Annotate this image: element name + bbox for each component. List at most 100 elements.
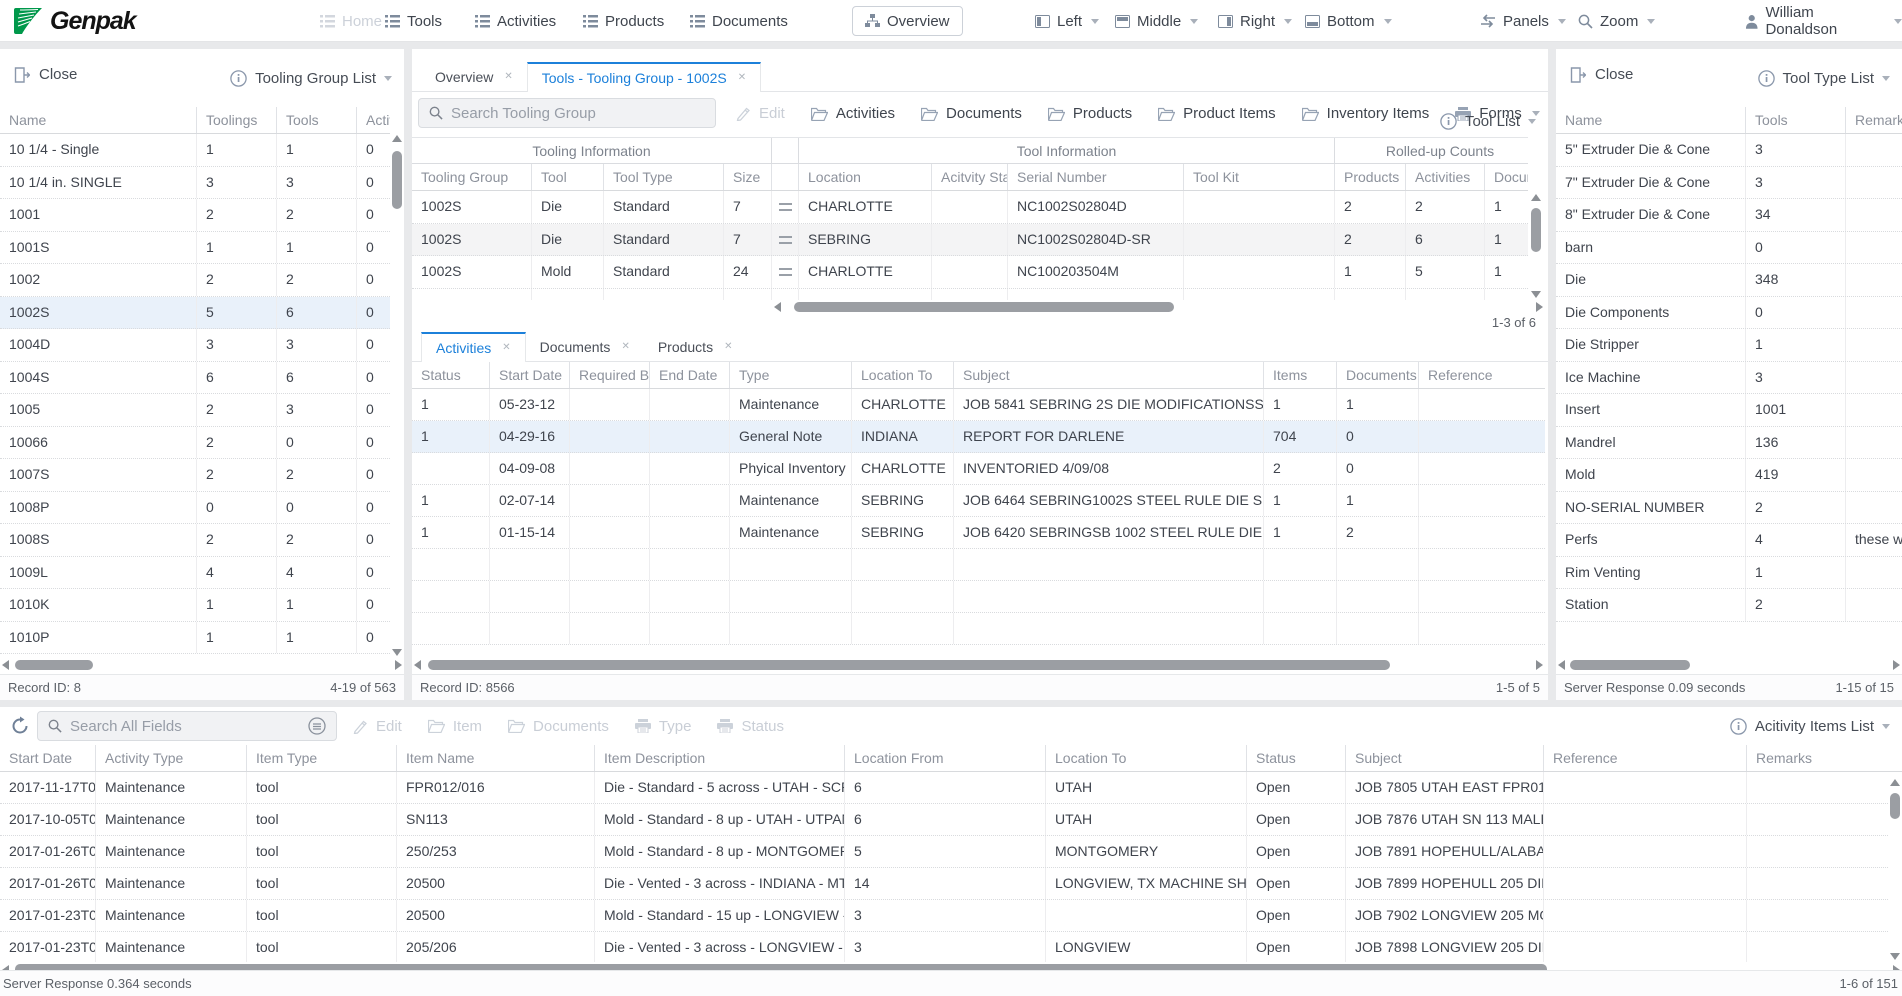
- column-header[interactable]: Activity Type: [96, 745, 247, 771]
- refresh-button[interactable]: [10, 716, 30, 736]
- table-row[interactable]: 1004D330: [0, 329, 390, 362]
- nav-documents[interactable]: Documents: [690, 0, 788, 42]
- column-header[interactable]: Acitvity Status: [932, 164, 1008, 190]
- column-header[interactable]: Start Date: [0, 745, 96, 771]
- column-header[interactable]: Name: [0, 107, 197, 133]
- scrollbar-thumb[interactable]: [1531, 208, 1541, 252]
- tab-products[interactable]: Products✕: [644, 332, 747, 362]
- edit-button[interactable]: Edit: [352, 718, 402, 735]
- scrollbar-thumb[interactable]: [794, 302, 1174, 312]
- panels-menu[interactable]: Panels: [1480, 0, 1566, 42]
- activity-items-list-dropdown[interactable]: Acitivity Items List: [1730, 714, 1890, 738]
- column-header[interactable]: Remarks: [1846, 107, 1902, 133]
- left-vertical-scrollbar[interactable]: [390, 133, 404, 658]
- table-row[interactable]: 1002220: [0, 264, 390, 297]
- scroll-right-icon[interactable]: [1893, 660, 1900, 670]
- table-row[interactable]: 5" Extruder Die & Cone3: [1556, 134, 1902, 167]
- table-row[interactable]: barn0: [1556, 232, 1902, 265]
- tab-tools-tooling-group[interactable]: Tools - Tooling Group - 1002S✕: [527, 62, 761, 92]
- column-header[interactable]: Status: [1247, 745, 1346, 771]
- scroll-down-icon[interactable]: [1531, 291, 1541, 298]
- table-row[interactable]: 1004S660: [0, 362, 390, 395]
- table-row[interactable]: 1002S560: [0, 297, 390, 330]
- table-row[interactable]: 1002SMoldStandard24CHARLOTTENC100203504M…: [412, 256, 1528, 289]
- tab-overview[interactable]: Overview✕: [421, 62, 527, 92]
- table-row[interactable]: 2017-01-26T0...Maintenancetool250/253Mol…: [0, 836, 1902, 868]
- table-row[interactable]: 101-15-14MaintenanceSEBRINGJOB 6420 SEBR…: [412, 517, 1545, 549]
- column-header[interactable]: Tool Kit: [1184, 164, 1335, 190]
- nav-tools[interactable]: Tools: [385, 0, 442, 42]
- table-row[interactable]: Perfs4these we: [1556, 524, 1902, 557]
- tools-vertical-scrollbar[interactable]: [1528, 192, 1545, 300]
- nav-activities[interactable]: Activities: [475, 0, 556, 42]
- column-header[interactable]: Type: [730, 362, 852, 388]
- drag-handle-icon[interactable]: [779, 268, 792, 276]
- product-items-button[interactable]: Product Items: [1158, 105, 1276, 122]
- item-button[interactable]: Item: [428, 718, 482, 735]
- column-header[interactable]: Tools: [277, 107, 357, 133]
- tools-horizontal-scrollbar[interactable]: [772, 300, 1545, 314]
- table-row[interactable]: 2017-11-17T0...MaintenancetoolFPR012/016…: [0, 772, 1902, 804]
- status-button[interactable]: Status: [717, 718, 784, 735]
- table-row[interactable]: Ice Machine3: [1556, 362, 1902, 395]
- nav-products[interactable]: Products: [583, 0, 664, 42]
- scroll-left-icon[interactable]: [774, 302, 781, 312]
- column-header[interactable]: Item Type: [247, 745, 397, 771]
- table-row[interactable]: 1005230: [0, 394, 390, 427]
- column-header[interactable]: Subject: [954, 362, 1264, 388]
- overview-button[interactable]: Overview: [852, 6, 963, 36]
- column-header[interactable]: Reference: [1544, 745, 1747, 771]
- table-row[interactable]: Die348: [1556, 264, 1902, 297]
- column-header[interactable]: Reference: [1419, 362, 1545, 388]
- documents-button[interactable]: Documents: [921, 105, 1022, 122]
- type-button[interactable]: Type: [635, 718, 692, 735]
- tab-activities[interactable]: Activities✕: [421, 332, 526, 362]
- close-button[interactable]: Close: [1570, 66, 1633, 83]
- table-row[interactable]: 04-09-08Phyical InventoryCHARLOTTEINVENT…: [412, 453, 1545, 485]
- table-row[interactable]: Mandrel136: [1556, 427, 1902, 460]
- products-button[interactable]: Products: [1048, 105, 1132, 122]
- column-header[interactable]: Items: [1264, 362, 1337, 388]
- table-row[interactable]: 7" Extruder Die & Cone3: [1556, 167, 1902, 200]
- column-header[interactable]: Tooling Group: [412, 164, 532, 190]
- scrollbar-thumb[interactable]: [392, 151, 402, 209]
- table-row[interactable]: Rim Venting1: [1556, 557, 1902, 590]
- nav-home[interactable]: Home: [320, 0, 382, 42]
- table-row[interactable]: 1007S220: [0, 459, 390, 492]
- activities-button[interactable]: Activities: [811, 105, 895, 122]
- table-row[interactable]: [412, 613, 1545, 645]
- table-row[interactable]: 2017-10-05T0...MaintenancetoolSN113Mold …: [0, 804, 1902, 836]
- scroll-right-icon[interactable]: [1536, 660, 1543, 670]
- layout-bottom-menu[interactable]: Bottom: [1305, 0, 1392, 42]
- drag-handle-icon[interactable]: [779, 203, 792, 211]
- inventory-items-button[interactable]: Inventory Items: [1302, 105, 1430, 122]
- layout-middle-menu[interactable]: Middle: [1115, 0, 1198, 42]
- tab-close-icon[interactable]: ✕: [504, 63, 512, 91]
- column-header[interactable]: Location To: [1046, 745, 1247, 771]
- table-row[interactable]: NO-SERIAL NUMBER2: [1556, 492, 1902, 525]
- table-row[interactable]: 2017-01-23T0...Maintenancetool205/206Die…: [0, 932, 1902, 962]
- column-header[interactable]: Products: [1335, 164, 1406, 190]
- column-header[interactable]: Status: [412, 362, 490, 388]
- table-row[interactable]: Die Components0: [1556, 297, 1902, 330]
- table-row[interactable]: Insert1001: [1556, 394, 1902, 427]
- column-header[interactable]: Size: [724, 164, 772, 190]
- tab-close-icon[interactable]: ✕: [502, 334, 510, 362]
- activities-horizontal-scrollbar[interactable]: [412, 658, 1545, 672]
- tab-close-icon[interactable]: ✕: [621, 333, 629, 361]
- column-header[interactable]: Name: [1556, 107, 1746, 133]
- table-row[interactable]: [412, 581, 1545, 613]
- tool-type-list-dropdown[interactable]: Tool Type List: [1758, 66, 1890, 90]
- table-row[interactable]: 1010P110: [0, 622, 390, 655]
- table-row[interactable]: 2017-01-26T0...Maintenancetool20500Die -…: [0, 868, 1902, 900]
- column-header[interactable]: Required By: [570, 362, 650, 388]
- left-horizontal-scrollbar[interactable]: [0, 658, 404, 672]
- user-menu[interactable]: William Donaldson: [1745, 0, 1902, 42]
- column-header[interactable]: Item Description: [595, 745, 845, 771]
- column-header[interactable]: Remarks: [1747, 745, 1902, 771]
- table-row[interactable]: 1008S220: [0, 524, 390, 557]
- edit-button[interactable]: Edit: [735, 105, 785, 122]
- table-row[interactable]: 10 1/4 in. SINGLE330: [0, 167, 390, 200]
- column-header[interactable]: Documents: [1337, 362, 1419, 388]
- table-row[interactable]: 104-29-16General NoteINDIANAREPORT FOR D…: [412, 421, 1545, 453]
